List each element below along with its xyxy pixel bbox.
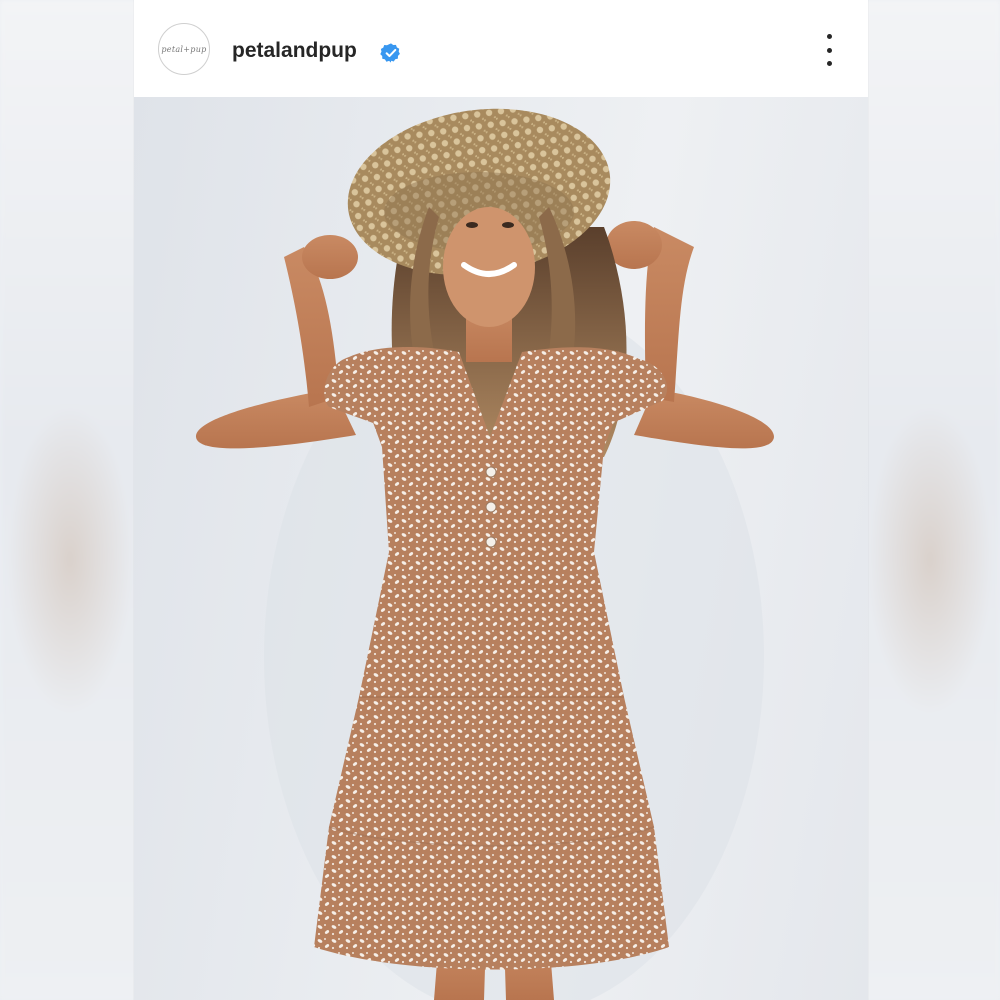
avatar-logo-text: petal+pup [161, 44, 207, 54]
instagram-post: petal+pup petalandpup [134, 0, 868, 1000]
username-link[interactable]: petalandpup [232, 40, 357, 62]
model-illustration [195, 108, 774, 1000]
post-header: petal+pup petalandpup [134, 0, 868, 97]
more-options-icon[interactable] [814, 34, 844, 66]
verified-badge-icon [380, 43, 400, 63]
post-photo[interactable] [134, 97, 868, 1000]
avatar[interactable]: petal+pup [158, 23, 210, 75]
